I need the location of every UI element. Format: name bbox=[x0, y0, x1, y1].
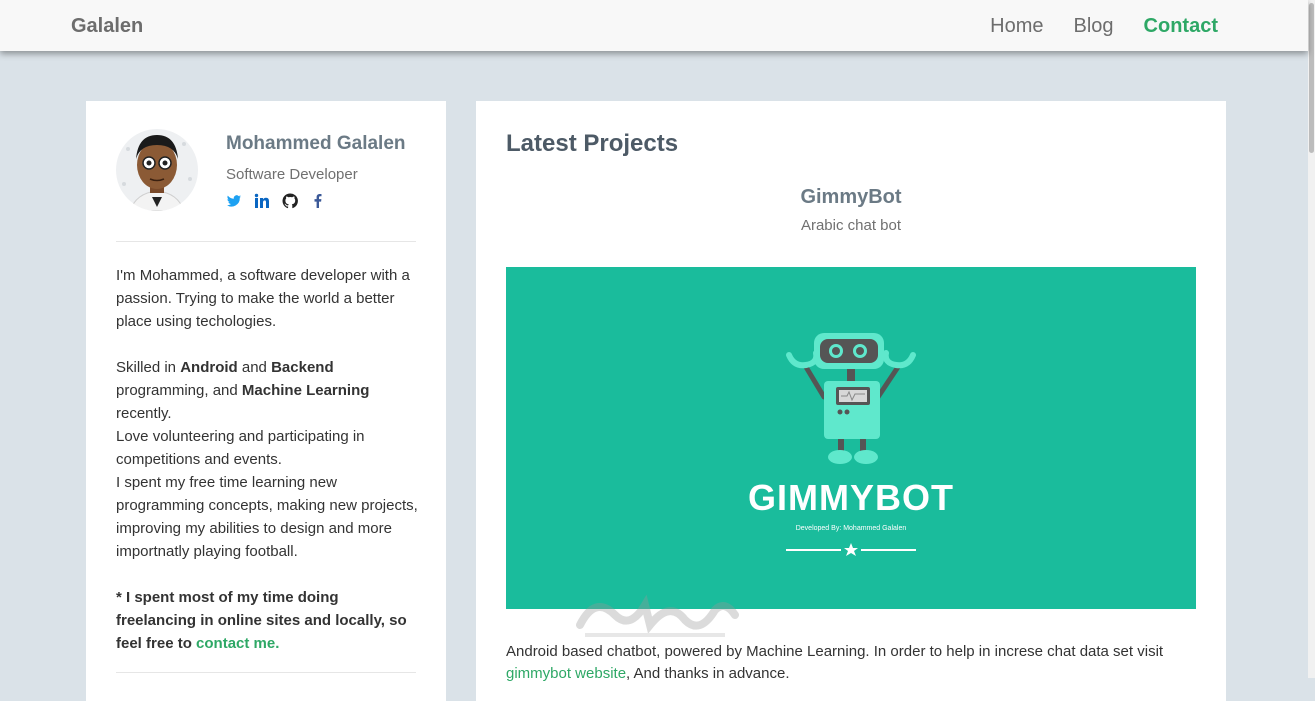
top-navbar: Galalen Home Blog Contact bbox=[0, 0, 1308, 51]
project-description: Android based chatbot, powered by Machin… bbox=[506, 643, 1164, 682]
twitter-icon[interactable] bbox=[226, 193, 242, 209]
nav-home[interactable]: Home bbox=[990, 15, 1043, 38]
profile-divider bbox=[116, 241, 416, 242]
profile-title: Software Developer bbox=[226, 166, 358, 183]
project-banner-image[interactable]: GIMMYBOT Developed By: Mohammed Galalen bbox=[506, 267, 1196, 609]
brand-logo[interactable]: Galalen bbox=[71, 15, 143, 38]
bio-volunteer: Love volunteering and participating in c… bbox=[116, 428, 365, 468]
profile-card: Mohammed Galalen Software Developer I'm … bbox=[86, 101, 446, 701]
linkedin-icon[interactable] bbox=[254, 193, 270, 209]
bio-intro: I'm Mohammed, a software developer with … bbox=[116, 267, 410, 330]
banner-title: GIMMYBOT bbox=[748, 477, 954, 518]
nav-blog[interactable]: Blog bbox=[1074, 15, 1114, 38]
banner-credit: Developed By: Mohammed Galalen bbox=[795, 525, 907, 532]
social-links bbox=[226, 193, 326, 209]
bio-free-time: I spent my free time learning new progra… bbox=[116, 474, 418, 560]
profile-bio: I'm Mohammed, a software developer with … bbox=[116, 264, 421, 655]
nav-contact[interactable]: Contact bbox=[1144, 15, 1218, 38]
bio-note: * I spent most of my time doing freelanc… bbox=[116, 589, 407, 652]
robot-illustration bbox=[786, 333, 916, 556]
nav-links: Home Blog Contact bbox=[990, 15, 1218, 38]
contact-me-link[interactable]: contact me. bbox=[196, 635, 279, 652]
bio-divider bbox=[116, 672, 416, 673]
facebook-icon[interactable] bbox=[310, 193, 326, 209]
scrollbar-thumb[interactable] bbox=[1309, 3, 1314, 153]
github-icon[interactable] bbox=[282, 193, 298, 209]
project-name: GimmyBot bbox=[800, 186, 902, 208]
gimmybot-website-link[interactable]: gimmybot website bbox=[506, 665, 626, 682]
profile-name: Mohammed Galalen bbox=[226, 133, 406, 154]
project-subtitle: Arabic chat bot bbox=[800, 217, 902, 234]
projects-card: Latest Projects GimmyBot Arabic chat bot bbox=[476, 101, 1226, 701]
projects-heading: Latest Projects bbox=[506, 130, 679, 157]
avatar bbox=[116, 129, 198, 211]
bio-skills: Skilled in Android and Backend programmi… bbox=[116, 359, 370, 422]
